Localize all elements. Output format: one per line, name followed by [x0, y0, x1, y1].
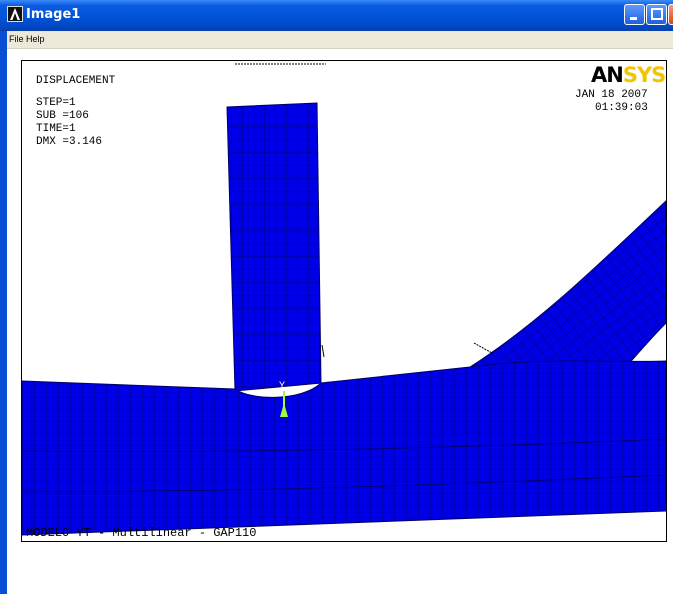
ansys-logo: ANSYS — [591, 63, 666, 87]
plot-title: MODELO YT - Multilinear - GAP110 — [26, 526, 257, 540]
title-bar[interactable]: Image1 — [0, 0, 673, 31]
close-icon — [669, 5, 673, 24]
minimize-button[interactable] — [624, 4, 645, 25]
menu-file[interactable]: File — [9, 34, 24, 44]
window-title: Image1 — [26, 7, 81, 22]
graphics-viewport[interactable]: DISPLACEMENT STEP=1 SUB =106 TIME=1 DMX … — [21, 60, 667, 542]
date-stamp: JAN 18 2007 — [575, 89, 648, 101]
maximize-button[interactable] — [646, 4, 667, 25]
menu-bar: File Help — [0, 31, 673, 49]
time-stamp: 01:39:03 — [595, 102, 648, 114]
step-label: STEP=1 — [36, 97, 76, 109]
mesh-plot — [22, 63, 666, 536]
ansys-app-icon — [7, 6, 23, 22]
chord-mesh — [22, 360, 666, 536]
result-label: DISPLACEMENT — [36, 75, 116, 87]
triad-y-label: Y — [279, 381, 286, 392]
window-left-border — [0, 31, 7, 594]
dmx-label: DMX =3.146 — [36, 136, 103, 148]
diagonal-brace-mesh — [468, 200, 666, 368]
time-label: TIME=1 — [36, 123, 76, 135]
menu-help[interactable]: Help — [26, 34, 45, 44]
vertical-brace-mesh — [226, 102, 322, 392]
close-button[interactable] — [668, 4, 673, 25]
sub-label: SUB =106 — [36, 110, 89, 122]
app-window: Image1 File Help DISPLACEMENT STEP=1 SUB… — [0, 0, 673, 594]
